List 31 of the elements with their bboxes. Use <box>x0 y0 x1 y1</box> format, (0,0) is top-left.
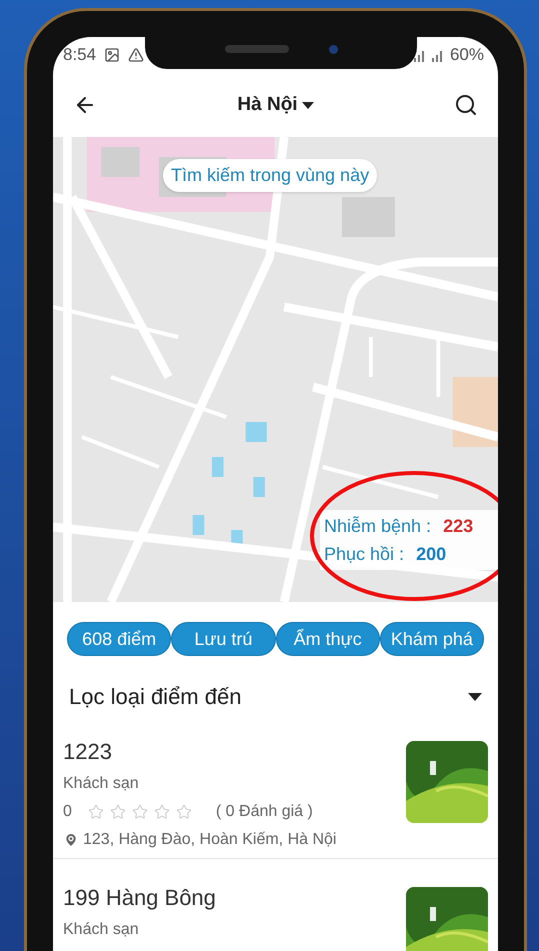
place-address: 123, Hàng Đào, Hoàn Kiếm, Hà Nội <box>83 830 336 850</box>
star-icon <box>132 804 148 820</box>
location-pin-icon <box>63 832 79 848</box>
stat-label: Nhiễm bệnh : <box>324 515 432 538</box>
place-name: 199 Hàng Bông <box>63 884 216 912</box>
rating-value: 0 <box>63 802 72 822</box>
city-dropdown[interactable]: Hà Nội <box>237 90 314 120</box>
status-time: 8:54 <box>63 44 96 66</box>
place-item[interactable]: 199 Hàng Bông Khách sạn <box>53 859 498 951</box>
image-icon <box>104 47 120 63</box>
stat-label: Phục hồi : <box>324 543 404 566</box>
search-area-button[interactable]: Tìm kiếm trong vùng này <box>163 159 378 192</box>
warning-icon <box>128 47 144 63</box>
place-category: Khách sạn <box>63 774 140 794</box>
review-count: ( 0 Đánh giá ) <box>216 802 313 822</box>
filter-dropdown[interactable]: Lọc loại điểm đến <box>53 680 498 713</box>
place-item[interactable]: 1223 Khách sạn 0 ( 0 Đánh giá ) 123, Hàng Đào, Hoàn Kiếm, Hà Nội <box>53 713 498 859</box>
category-chip[interactable]: 608 điểm <box>67 622 172 656</box>
place-name: 1223 <box>63 738 113 766</box>
category-chip[interactable]: Lưu trú <box>171 622 276 656</box>
battery-percent: 60% <box>450 44 484 66</box>
search-button[interactable] <box>454 93 478 117</box>
star-icon <box>154 804 170 820</box>
star-icon <box>176 804 192 820</box>
stat-value: 223 <box>443 515 474 538</box>
place-category: Khách sạn <box>63 920 140 940</box>
category-chip[interactable]: Khám phá <box>380 622 484 656</box>
star-icon <box>110 804 126 820</box>
star-icon <box>88 804 104 820</box>
category-chip[interactable]: Ẩm thực <box>276 622 380 656</box>
stat-value: 200 <box>416 543 446 566</box>
